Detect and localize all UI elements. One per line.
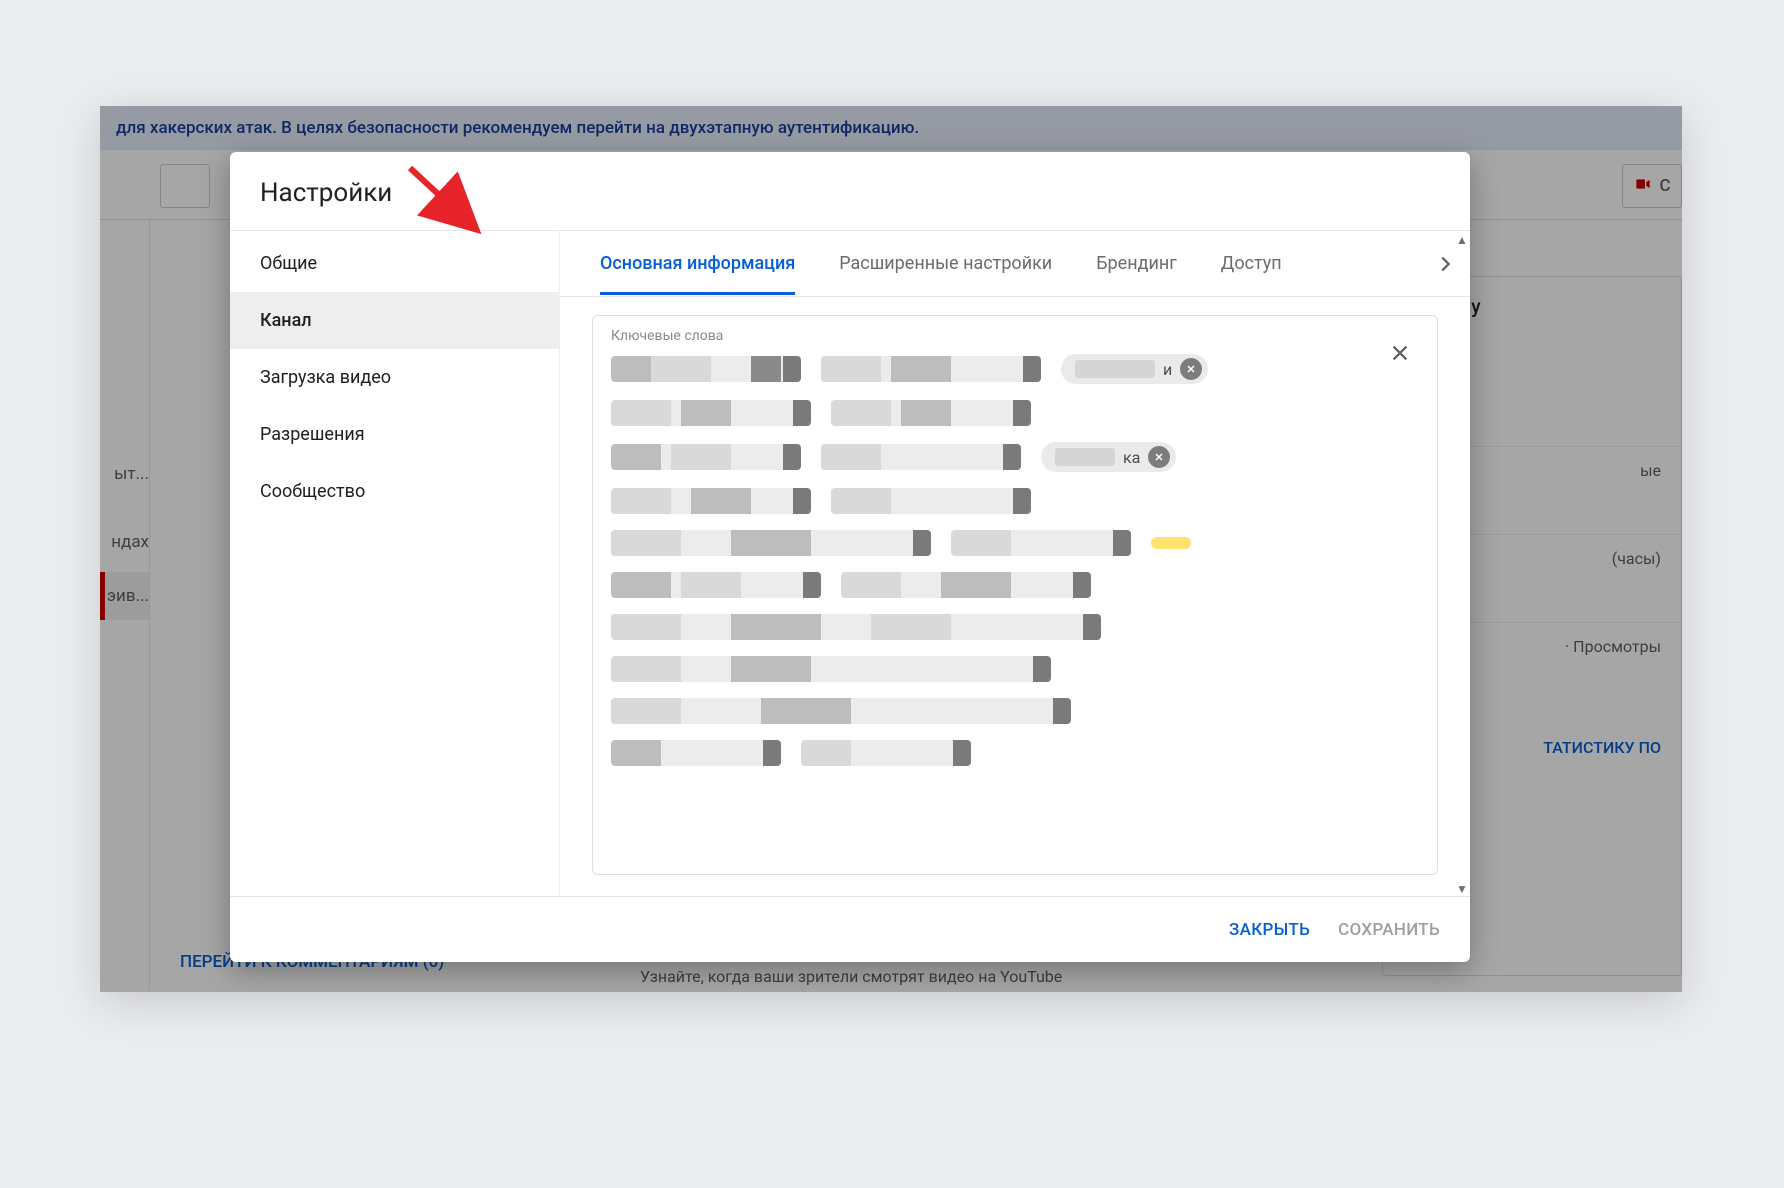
keyword-row	[611, 488, 1419, 514]
channel-tabs: Основная информация Расширенные настройк…	[560, 231, 1470, 297]
keyword-chip-redacted[interactable]	[951, 530, 1131, 556]
keyword-row	[611, 572, 1419, 598]
keyword-chip-redacted[interactable]	[611, 356, 801, 382]
keyword-chip-tail-text: и	[1163, 360, 1172, 379]
keyword-chip-redacted[interactable]	[801, 740, 971, 766]
keyword-chip-partial[interactable]: ка	[1041, 442, 1176, 472]
chip-remove-icon[interactable]	[1148, 446, 1170, 468]
keyword-chip-redacted[interactable]	[841, 572, 1091, 598]
tab-basic-info[interactable]: Основная информация	[600, 233, 795, 294]
keyword-chips-area: и	[611, 354, 1419, 766]
scroll-up-icon[interactable]: ▲	[1456, 233, 1468, 245]
close-button[interactable]: ЗАКРЫТЬ	[1229, 920, 1310, 940]
keyword-highlight-marker	[1151, 537, 1191, 549]
modal-footer: ЗАКРЫТЬ СОХРАНИТЬ	[230, 896, 1470, 962]
sidebar-item-permissions[interactable]: Разрешения	[230, 406, 559, 463]
keyword-chip-redacted[interactable]	[821, 444, 1021, 470]
keyword-row: ка	[611, 442, 1419, 472]
settings-content: Основная информация Расширенные настройк…	[560, 231, 1470, 896]
chip-remove-icon[interactable]	[1180, 358, 1202, 380]
content-scrollbar[interactable]: ▲ ▼	[1456, 231, 1468, 896]
sidebar-item-channel[interactable]: Канал	[230, 292, 559, 349]
keyword-row	[611, 614, 1419, 640]
keywords-label: Ключевые слова	[611, 328, 1419, 344]
keyword-row: и	[611, 354, 1419, 384]
keyword-row	[611, 530, 1419, 556]
keyword-chip-redacted[interactable]	[611, 614, 1101, 640]
modal-title: Настройки	[230, 152, 1470, 230]
keyword-chip-tail-text: ка	[1123, 448, 1140, 467]
tab-branding[interactable]: Брендинг	[1096, 233, 1177, 294]
keyword-chip-partial[interactable]: и	[1061, 354, 1208, 384]
modal-body: Общие Канал Загрузка видео Разрешения Со…	[230, 230, 1470, 896]
keyword-chip-redacted[interactable]	[611, 400, 811, 426]
keyword-chip-redacted[interactable]	[821, 356, 1041, 382]
settings-modal: Настройки Общие Канал Загрузка видео Раз…	[230, 152, 1470, 962]
keywords-field[interactable]: Ключевые слова и	[592, 315, 1438, 875]
keyword-row	[611, 698, 1419, 724]
save-button[interactable]: СОХРАНИТЬ	[1338, 920, 1440, 940]
sidebar-item-upload[interactable]: Загрузка видео	[230, 349, 559, 406]
settings-sidebar: Общие Канал Загрузка видео Разрешения Со…	[230, 231, 560, 896]
sidebar-item-community[interactable]: Сообщество	[230, 463, 559, 520]
youtube-studio-settings-screenshot: для хакерских атак. В целях безопасности…	[100, 106, 1682, 992]
keyword-chip-redacted[interactable]	[611, 698, 1071, 724]
keyword-chip-redacted[interactable]	[831, 488, 1031, 514]
scroll-down-icon[interactable]: ▼	[1456, 882, 1468, 894]
sidebar-item-general[interactable]: Общие	[230, 235, 559, 292]
keyword-chip-redacted[interactable]	[611, 488, 811, 514]
keyword-chip-redacted[interactable]	[611, 572, 821, 598]
keyword-chip-redacted[interactable]	[611, 656, 1051, 682]
tab-access[interactable]: Доступ	[1221, 233, 1282, 294]
keyword-row	[611, 740, 1419, 766]
keyword-row	[611, 656, 1419, 682]
keyword-chip-redacted[interactable]	[611, 740, 781, 766]
keyword-row	[611, 400, 1419, 426]
keyword-chip-redacted[interactable]	[611, 530, 931, 556]
tab-advanced[interactable]: Расширенные настройки	[839, 233, 1052, 294]
keyword-chip-redacted[interactable]	[611, 444, 801, 470]
keyword-chip-redacted[interactable]	[831, 400, 1031, 426]
clear-keywords-button[interactable]	[1385, 338, 1415, 368]
